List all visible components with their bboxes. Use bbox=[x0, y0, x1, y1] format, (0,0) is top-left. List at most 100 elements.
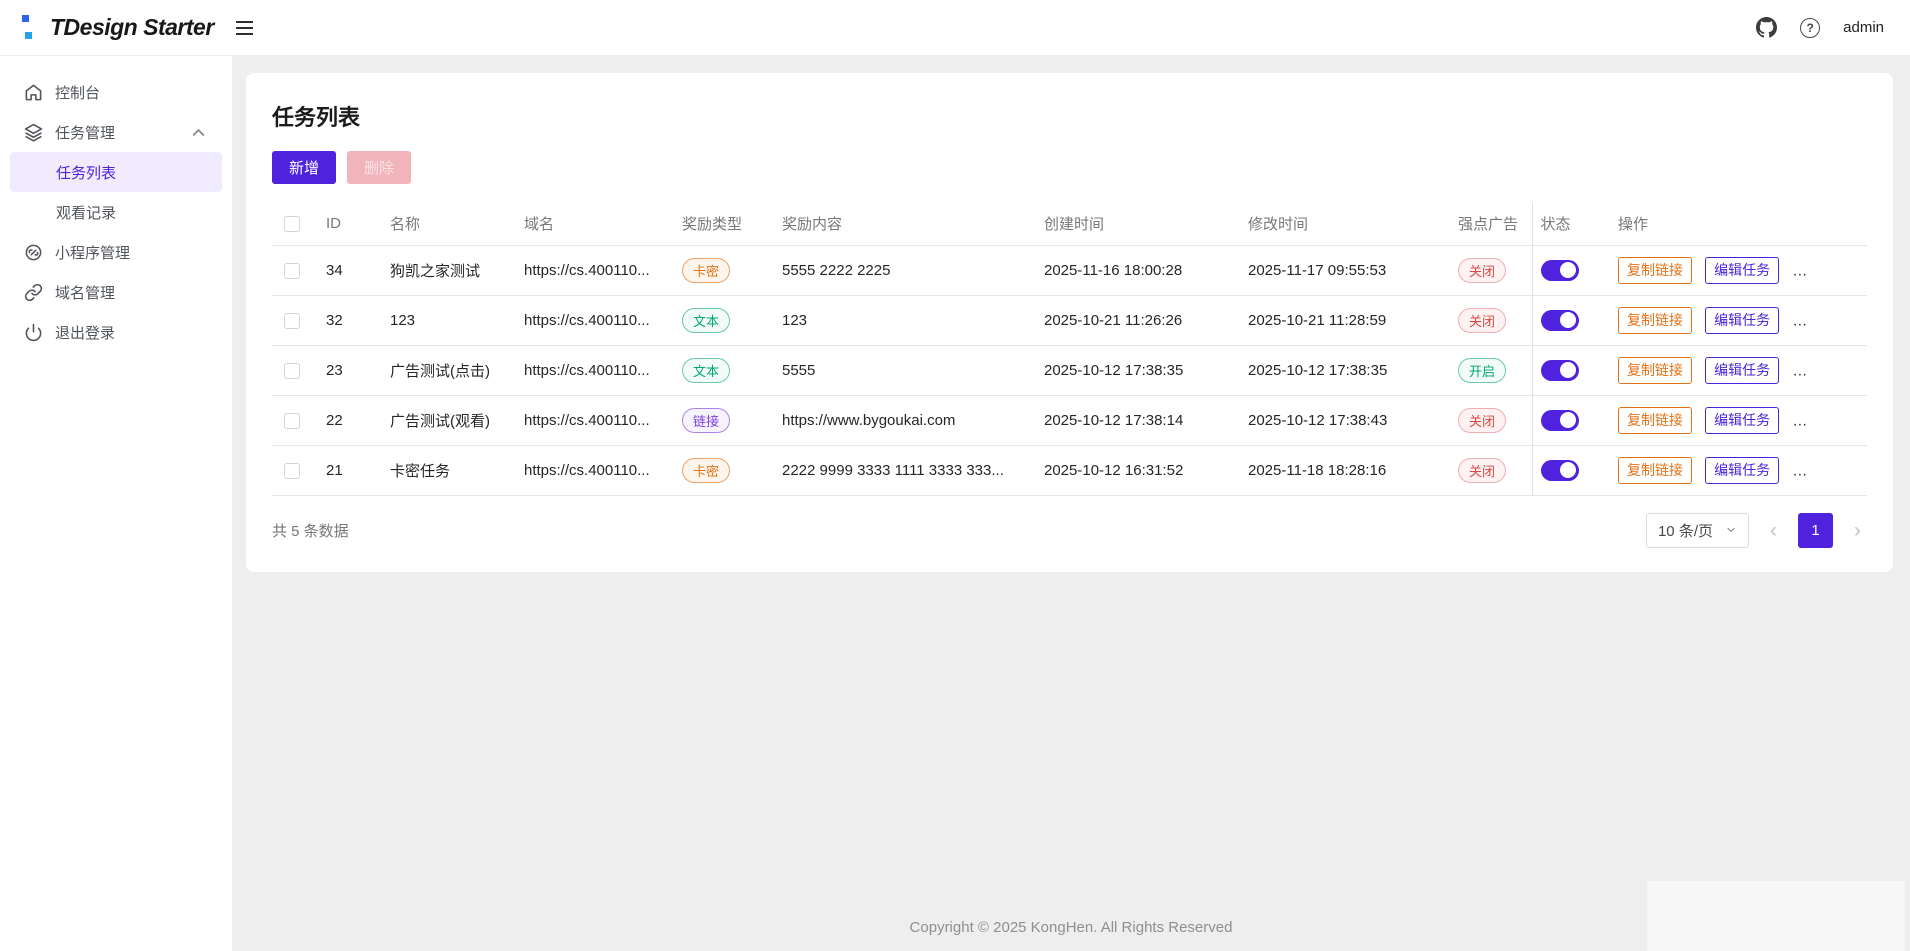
page-size-select[interactable]: 10 条/页 bbox=[1646, 513, 1749, 548]
applet-icon bbox=[24, 243, 43, 262]
cell-reward-content: https://www.bygoukai.com bbox=[774, 395, 1036, 445]
reward-type-tag: 卡密 bbox=[682, 258, 730, 283]
cell-modified-time: 2025-11-18 18:28:16 bbox=[1240, 445, 1450, 495]
edit-task-button[interactable]: 编辑任务 bbox=[1705, 407, 1779, 434]
next-page-button[interactable]: › bbox=[1848, 520, 1867, 541]
sidebar-item-task-list[interactable]: 任务列表 bbox=[10, 152, 222, 192]
sidebar-item-label: 控制台 bbox=[55, 82, 100, 103]
help-icon[interactable]: ? bbox=[1800, 18, 1820, 38]
cell-id: 34 bbox=[318, 245, 382, 295]
cell-domain: https://cs.400110... bbox=[516, 245, 674, 295]
delete-button[interactable]: 删除 bbox=[347, 151, 411, 184]
copy-link-button[interactable]: 复制链接 bbox=[1618, 407, 1692, 434]
col-header-force-ad: 强点广告 bbox=[1450, 203, 1532, 245]
page-title: 任务列表 bbox=[272, 100, 1867, 132]
task-list-card: 任务列表 新增 删除 ID 名称 域名 奖励类型 奖励内容 创建时间 bbox=[246, 73, 1893, 572]
view-data-button[interactable]: 查看数据 bbox=[1792, 407, 1866, 434]
col-header-reward-content: 奖励内容 bbox=[774, 203, 1036, 245]
col-header-status: 状态 bbox=[1532, 203, 1610, 245]
copy-link-button[interactable]: 复制链接 bbox=[1618, 307, 1692, 334]
force-ad-tag: 关闭 bbox=[1458, 258, 1506, 283]
cell-reward-content: 123 bbox=[774, 295, 1036, 345]
chevron-down-icon bbox=[1725, 524, 1737, 536]
status-toggle[interactable] bbox=[1541, 410, 1579, 431]
sidebar-collapse-icon[interactable] bbox=[232, 17, 257, 39]
force-ad-tag: 关闭 bbox=[1458, 308, 1506, 333]
cell-name: 广告测试(观看) bbox=[382, 395, 516, 445]
copy-link-button[interactable]: 复制链接 bbox=[1618, 357, 1692, 384]
cell-created-time: 2025-10-12 16:31:52 bbox=[1036, 445, 1240, 495]
cell-name: 狗凯之家测试 bbox=[382, 245, 516, 295]
sidebar-item-miniprogram-management[interactable]: 小程序管理 bbox=[10, 232, 222, 272]
row-checkbox[interactable] bbox=[284, 263, 300, 279]
view-data-button[interactable]: 查看数据 bbox=[1792, 307, 1866, 334]
cell-name: 广告测试(点击) bbox=[382, 345, 516, 395]
github-icon[interactable] bbox=[1756, 17, 1777, 38]
row-checkbox[interactable] bbox=[284, 413, 300, 429]
force-ad-tag: 关闭 bbox=[1458, 408, 1506, 433]
cell-id: 32 bbox=[318, 295, 382, 345]
sidebar-item-task-management[interactable]: 任务管理 bbox=[10, 112, 222, 152]
app-logo: TDesign Starter bbox=[20, 14, 214, 41]
cell-id: 22 bbox=[318, 395, 382, 445]
table-row: 23 广告测试(点击) https://cs.400110... 文本 5555… bbox=[272, 345, 1867, 395]
status-toggle[interactable] bbox=[1541, 260, 1579, 281]
col-header-name: 名称 bbox=[382, 203, 516, 245]
table-row: 32 123 https://cs.400110... 文本 123 2025-… bbox=[272, 295, 1867, 345]
reward-type-tag: 文本 bbox=[682, 308, 730, 333]
edit-task-button[interactable]: 编辑任务 bbox=[1705, 457, 1779, 484]
copy-link-button[interactable]: 复制链接 bbox=[1618, 257, 1692, 284]
cell-created-time: 2025-11-16 18:00:28 bbox=[1036, 245, 1240, 295]
sidebar-item-logout[interactable]: 退出登录 bbox=[10, 312, 222, 352]
col-header-actions: 操作 bbox=[1610, 203, 1867, 245]
sidebar: 控制台 任务管理 任务列表 观看记录 小程序管理 域名管理 退出登录 bbox=[0, 56, 232, 951]
status-toggle[interactable] bbox=[1541, 360, 1579, 381]
cell-modified-time: 2025-11-17 09:55:53 bbox=[1240, 245, 1450, 295]
reward-type-tag: 链接 bbox=[682, 408, 730, 433]
cell-reward-content: 2222 9999 3333 1111 3333 333... bbox=[774, 445, 1036, 495]
logo-text: TDesign Starter bbox=[50, 14, 214, 41]
reward-type-tag: 文本 bbox=[682, 358, 730, 383]
view-data-button[interactable]: 查看数据 bbox=[1792, 257, 1866, 284]
cell-domain: https://cs.400110... bbox=[516, 295, 674, 345]
add-button[interactable]: 新增 bbox=[272, 151, 336, 184]
force-ad-tag: 关闭 bbox=[1458, 458, 1506, 483]
cell-modified-time: 2025-10-21 11:28:59 bbox=[1240, 295, 1450, 345]
row-checkbox[interactable] bbox=[284, 463, 300, 479]
reward-type-tag: 卡密 bbox=[682, 458, 730, 483]
cell-name: 卡密任务 bbox=[382, 445, 516, 495]
cell-created-time: 2025-10-12 17:38:14 bbox=[1036, 395, 1240, 445]
prev-page-button[interactable]: ‹ bbox=[1764, 520, 1783, 541]
cell-id: 21 bbox=[318, 445, 382, 495]
main-area: 任务列表 新增 删除 ID 名称 域名 奖励类型 奖励内容 创建时间 bbox=[232, 56, 1910, 951]
edit-task-button[interactable]: 编辑任务 bbox=[1705, 357, 1779, 384]
sidebar-item-label: 任务列表 bbox=[56, 162, 116, 183]
task-table: ID 名称 域名 奖励类型 奖励内容 创建时间 修改时间 强点广告 状态 操作 … bbox=[272, 203, 1867, 496]
status-toggle[interactable] bbox=[1541, 460, 1579, 481]
row-checkbox[interactable] bbox=[284, 313, 300, 329]
cell-domain: https://cs.400110... bbox=[516, 395, 674, 445]
sidebar-item-domain-management[interactable]: 域名管理 bbox=[10, 272, 222, 312]
view-data-button[interactable]: 查看数据 bbox=[1792, 457, 1866, 484]
force-ad-tag: 开启 bbox=[1458, 358, 1506, 383]
col-header-modified: 修改时间 bbox=[1240, 203, 1450, 245]
view-data-button[interactable]: 查看数据 bbox=[1792, 357, 1866, 384]
current-page-button[interactable]: 1 bbox=[1798, 513, 1833, 548]
copy-link-button[interactable]: 复制链接 bbox=[1618, 457, 1692, 484]
select-all-checkbox[interactable] bbox=[284, 216, 300, 232]
col-header-reward-type: 奖励类型 bbox=[674, 203, 774, 245]
edit-task-button[interactable]: 编辑任务 bbox=[1705, 257, 1779, 284]
row-checkbox[interactable] bbox=[284, 363, 300, 379]
edit-task-button[interactable]: 编辑任务 bbox=[1705, 307, 1779, 334]
status-toggle[interactable] bbox=[1541, 310, 1579, 331]
cell-name: 123 bbox=[382, 295, 516, 345]
cell-modified-time: 2025-10-12 17:38:35 bbox=[1240, 345, 1450, 395]
user-menu[interactable]: admin bbox=[1843, 19, 1884, 36]
sidebar-item-watch-records[interactable]: 观看记录 bbox=[10, 192, 222, 232]
sidebar-item-label: 退出登录 bbox=[55, 322, 115, 343]
sidebar-item-console[interactable]: 控制台 bbox=[10, 72, 222, 112]
total-count-label: 共 5 条数据 bbox=[272, 520, 349, 541]
logo-mark-icon bbox=[20, 14, 35, 41]
cell-domain: https://cs.400110... bbox=[516, 445, 674, 495]
sidebar-item-label: 任务管理 bbox=[55, 122, 115, 143]
